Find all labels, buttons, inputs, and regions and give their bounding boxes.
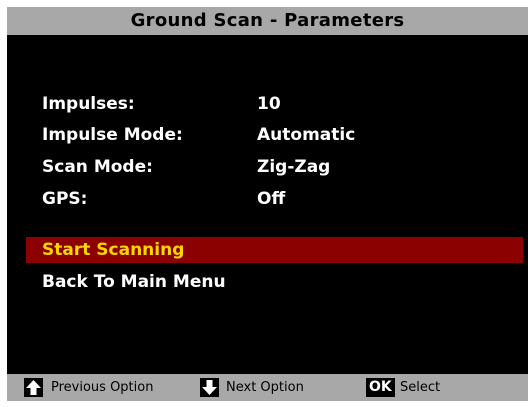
param-label-scan-mode: Scan Mode: (42, 157, 153, 177)
footer-select-label: Select (400, 380, 441, 395)
device-screen: Ground Scan - Parameters Impulses: 10 Im… (7, 7, 528, 401)
param-value-impulse-mode: Automatic (257, 125, 356, 145)
param-label-gps: GPS: (42, 189, 88, 209)
param-row-scan-mode: Scan Mode: Zig-Zag (42, 154, 512, 180)
param-label-impulse-mode: Impulse Mode: (42, 125, 183, 145)
title-bar: Ground Scan - Parameters (7, 7, 528, 35)
footer-hint-bar: Previous Option Next Option OK Select (7, 374, 528, 401)
arrow-down-key-icon (200, 378, 219, 397)
menu-item-start-scanning[interactable]: Start Scanning (26, 237, 523, 263)
param-label-impulses: Impulses: (42, 94, 135, 114)
param-value-scan-mode: Zig-Zag (257, 157, 331, 177)
footer-next-label: Next Option (226, 380, 304, 395)
menu-item-back-to-main-menu[interactable]: Back To Main Menu (26, 269, 523, 295)
param-value-impulses: 10 (257, 94, 281, 114)
param-row-impulse-mode: Impulse Mode: Automatic (42, 122, 512, 148)
page-title: Ground Scan - Parameters (130, 10, 405, 31)
param-row-impulses: Impulses: 10 (42, 91, 512, 117)
param-value-gps: Off (257, 189, 286, 209)
ok-key-icon: OK (366, 378, 395, 397)
menu-item-label: Back To Main Menu (42, 272, 226, 292)
menu-item-label: Start Scanning (42, 240, 185, 260)
param-row-gps: GPS: Off (42, 186, 512, 212)
arrow-up-key-icon (24, 378, 43, 397)
footer-previous-label: Previous Option (51, 380, 154, 395)
